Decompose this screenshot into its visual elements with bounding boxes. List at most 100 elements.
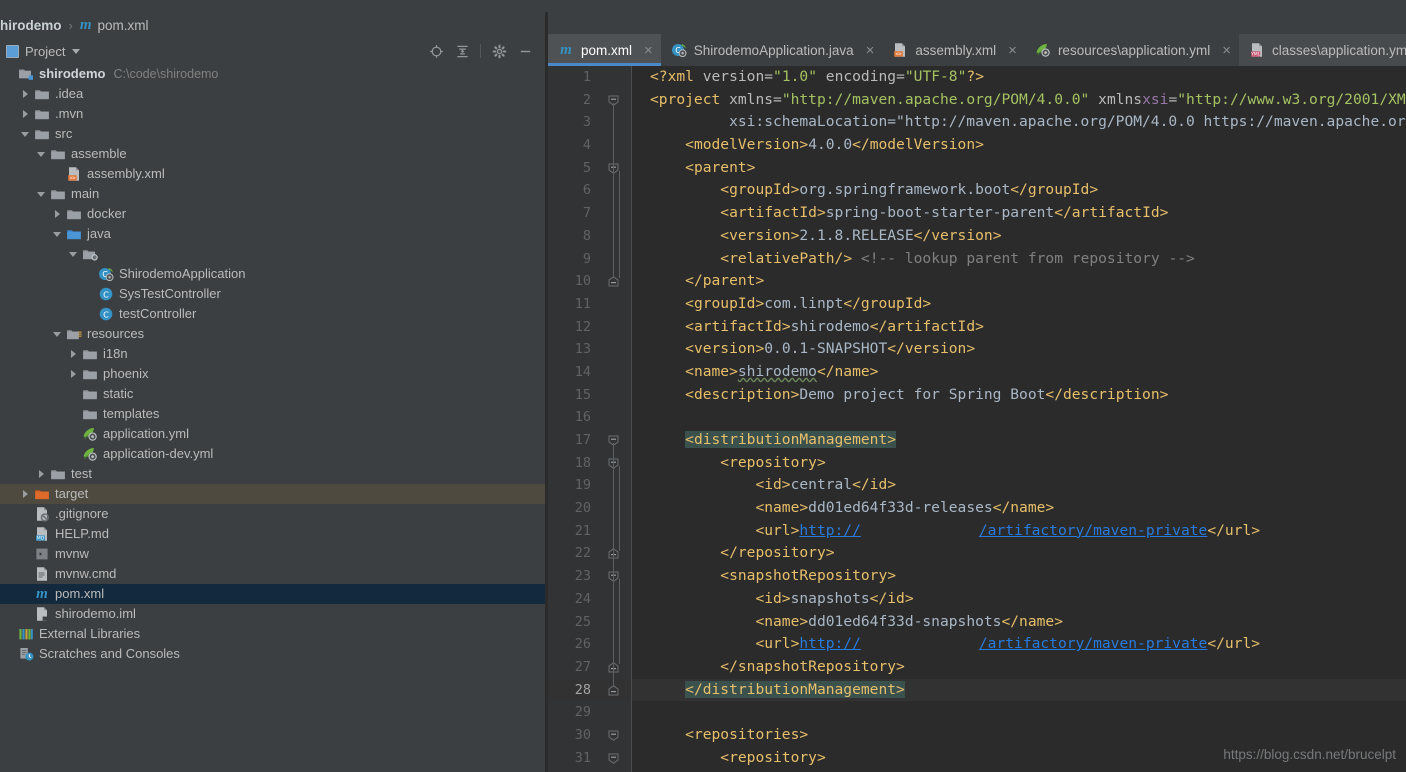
code-line[interactable]: <modelVersion>4.0.0</modelVersion> [632,134,1406,157]
tree-item-mvnw-cmd[interactable]: mvnw.cmd [0,564,545,584]
code-line[interactable]: <groupId>com.linpt</groupId> [632,293,1406,316]
editor-tab-resources-application-yml[interactable]: resources\application.yml × [1025,34,1239,66]
tree-item-application-dev-yml[interactable]: application-dev.yml [0,444,545,464]
tree-item-static[interactable]: static [0,384,545,404]
tree-item--gitignore[interactable]: .gitignore [0,504,545,524]
tree-item-package[interactable] [0,244,545,264]
tree-item-shirodemoapplication[interactable]: C ShirodemoApplication [0,264,545,284]
code-line[interactable]: <repository> [632,452,1406,475]
code-line[interactable] [632,406,1406,429]
tree-item-java[interactable]: java [0,224,545,244]
close-icon[interactable]: × [866,43,875,58]
tree-item-pom-xml[interactable]: m pom.xml [0,584,545,604]
tree-item-assembly-xml[interactable]: <> assembly.xml [0,164,545,184]
hide-panel-icon[interactable] [517,43,533,59]
code-line[interactable]: <url>http:///artifactory/maven-private</… [632,520,1406,543]
code-line[interactable]: <?xml version="1.0" encoding="UTF-8"?> [632,66,1406,89]
tree-item-resources[interactable]: resources [0,324,545,344]
chevron-down-icon[interactable] [36,188,48,200]
tree-item-application-yml[interactable]: application.yml [0,424,545,444]
code-line[interactable]: </snapshotRepository> [632,656,1406,679]
chevron-right-icon[interactable] [68,348,80,360]
tree-item-systestcontroller[interactable]: C SysTestController [0,284,545,304]
editor-tab-classes-application-yml[interactable]: YMLclasses\application.yml× [1239,34,1406,66]
close-icon[interactable]: × [1008,43,1017,58]
code-line[interactable]: </distributionManagement> [632,678,1406,702]
project-tree[interactable]: shirodemo C:\code\shirodemo .idea .mvn src as… [0,64,545,772]
project-panel-title[interactable]: Project [25,44,65,59]
code-line[interactable]: <repositories> [632,724,1406,747]
code-line[interactable]: <name>dd01ed64f33d-releases</name> [632,497,1406,520]
gutter-line[interactable]: 30 [548,724,632,747]
tree-item-main[interactable]: main [0,184,545,204]
code-content[interactable]: <?xml version="1.0" encoding="UTF-8"?> <p… [632,66,1406,772]
tree-item-mvnw[interactable]: mvnw [0,544,545,564]
tree-item--mvn[interactable]: .mvn [0,104,545,124]
chevron-right-icon[interactable] [20,488,32,500]
tree-item-scratches-and-consoles[interactable]: Scratches and Consoles [0,644,545,664]
locate-in-tree-icon[interactable] [428,43,444,59]
editor-tab-bar[interactable]: m pom.xml × C ShirodemoApplication.java × <> as… [548,34,1406,66]
code-editor[interactable]: 1 2 3 4 5 6 7 8 9 10 11 12 13 14 15 16 17 18 19 20 21 22 23 24 2… [548,66,1406,772]
code-line[interactable]: <parent> [632,157,1406,180]
tree-item-src[interactable]: src [0,124,545,144]
tree-item-testcontroller[interactable]: CtestController [0,304,545,324]
tree-item-shirodemo-iml[interactable]: shirodemo.iml [0,604,545,624]
close-icon[interactable]: × [1222,43,1231,58]
chevron-right-icon[interactable] [68,368,80,380]
collapse-all-icon[interactable] [454,43,470,59]
gutter-line[interactable]: 12 [548,316,632,339]
chevron-down-icon[interactable] [20,128,32,140]
fold-expand-icon[interactable] [608,729,619,741]
tree-item-help-md[interactable]: MD HELP.md [0,524,545,544]
gutter-line[interactable]: 3 [548,111,632,134]
chevron-right-icon[interactable] [36,468,48,480]
chevron-down-icon[interactable] [36,148,48,160]
editor-tab-assembly-xml[interactable]: <> assembly.xml × [882,34,1025,66]
tree-item-test[interactable]: test [0,464,545,484]
chevron-down-icon[interactable] [52,328,64,340]
editor-tab-pom-xml[interactable]: m pom.xml × [548,34,661,66]
chevron-right-icon[interactable] [20,88,32,100]
gutter-line[interactable]: 17 [548,429,632,452]
tree-item-docker[interactable]: docker [0,204,545,224]
breadcrumb-project[interactable]: hirodemo [0,18,62,33]
gutter-line[interactable]: 4 [548,134,632,157]
code-line[interactable]: <id>central</id> [632,474,1406,497]
code-line[interactable]: </parent> [632,270,1406,293]
gutter-line[interactable]: 28 [548,678,632,702]
tree-item-target[interactable]: target [0,484,545,504]
code-line[interactable]: <name>dd01ed64f33d-snapshots</name> [632,611,1406,634]
code-line[interactable]: <artifactId>shirodemo</artifactId> [632,316,1406,339]
code-line[interactable]: <snapshotRepository> [632,565,1406,588]
tree-item-templates[interactable]: templates [0,404,545,424]
gutter-line[interactable]: 1 [548,66,632,89]
tree-item-assemble[interactable]: assemble [0,144,545,164]
gutter-line[interactable]: 2 [548,89,632,112]
settings-gear-icon[interactable] [491,43,507,59]
gutter-line[interactable]: 31 [548,747,632,770]
chevron-down-icon[interactable] [68,248,80,260]
tree-item--idea[interactable]: .idea [0,84,545,104]
close-icon[interactable]: × [644,43,653,58]
fold-expand-icon[interactable] [608,752,619,764]
editor-tab-shirodemoapplication-java[interactable]: C ShirodemoApplication.java × [661,34,883,66]
gutter-line[interactable]: 14 [548,361,632,384]
chevron-right-icon[interactable] [52,208,64,220]
tree-item-external-libraries[interactable]: External Libraries [0,624,545,644]
gutter-line[interactable]: 15 [548,384,632,407]
tree-item-phoenix[interactable]: phoenix [0,364,545,384]
code-line[interactable]: <distributionManagement> [632,429,1406,452]
chevron-down-icon[interactable] [72,48,81,54]
breadcrumb-file[interactable]: pom.xml [98,18,149,33]
code-line[interactable]: <version>0.0.1-SNAPSHOT</version> [632,338,1406,361]
code-line[interactable]: <groupId>org.springframework.boot</group… [632,179,1406,202]
gutter-line[interactable]: 16 [548,406,632,429]
gutter-line[interactable]: 29 [548,701,632,724]
code-line[interactable]: <url>http:///artifactory/maven-private</… [632,633,1406,656]
code-line[interactable]: xsi:schemaLocation="http://maven.apache.… [632,111,1406,134]
code-line[interactable]: <relativePath/> <!-- lookup parent from … [632,248,1406,271]
chevron-down-icon[interactable] [52,228,64,240]
gutter-line[interactable]: 13 [548,338,632,361]
code-line[interactable]: <id>snapshots</id> [632,588,1406,611]
